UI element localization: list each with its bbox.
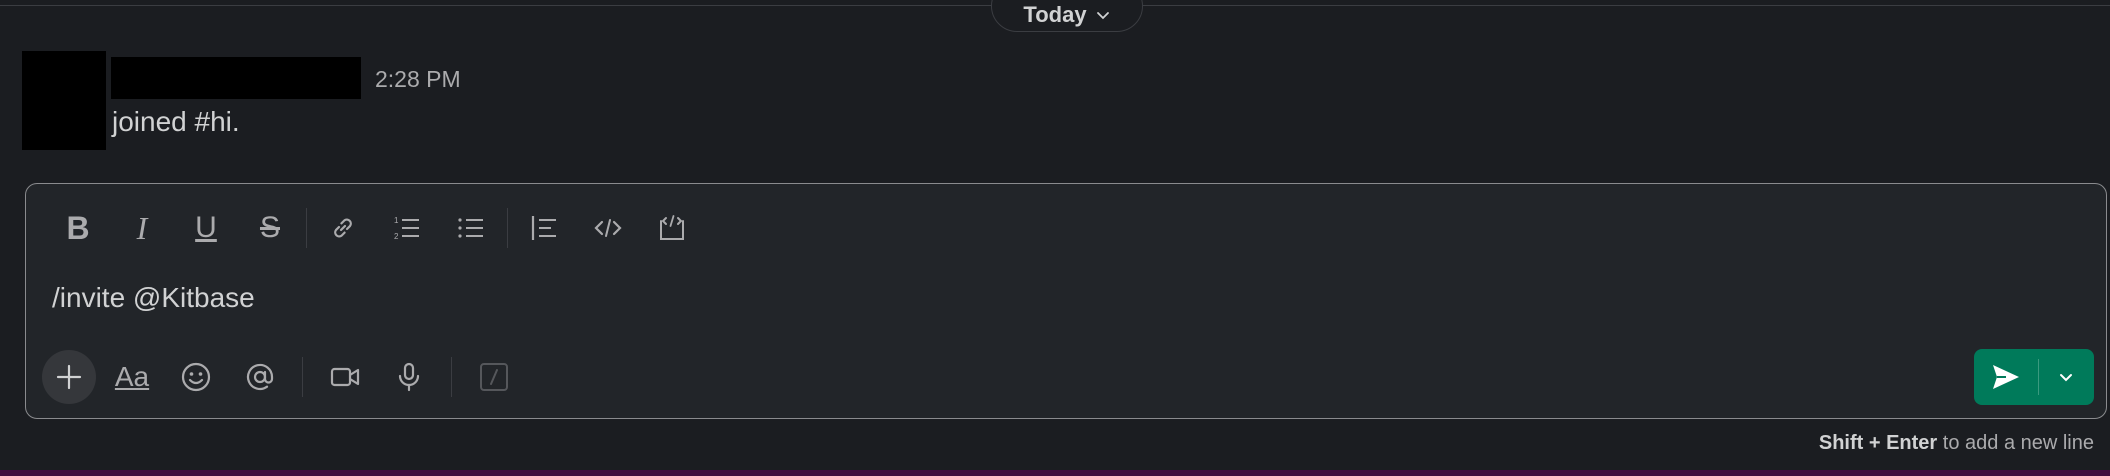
video-clip-button[interactable] (313, 350, 377, 404)
bulleted-list-icon (458, 218, 483, 238)
slash-command-icon (480, 363, 508, 391)
bold-icon: B (66, 209, 90, 246)
schedule-send-button[interactable] (2039, 349, 2093, 405)
strikethrough-button[interactable]: S (238, 202, 302, 254)
bulleted-list-button[interactable] (439, 202, 503, 254)
newline-hint: Shift + Enter to add a new line (1819, 432, 2094, 455)
chevron-down-icon (1096, 12, 1109, 20)
code-block-button[interactable] (640, 202, 704, 254)
toolbar-divider (302, 357, 303, 397)
video-icon (330, 367, 360, 387)
hint-text: to add a new line (1937, 432, 2094, 454)
italic-icon: I (136, 209, 148, 246)
blockquote-button[interactable] (512, 202, 576, 254)
sender-name-redacted[interactable] (111, 57, 361, 99)
message-input[interactable] (52, 282, 1952, 314)
link-icon (334, 218, 352, 238)
code-button[interactable] (576, 202, 640, 254)
channel-view: Today 2:28 PM joined #hi. B I U S 1 2 /i… (0, 0, 2110, 476)
emoji-button[interactable] (164, 350, 228, 404)
italic-button[interactable]: I (110, 202, 174, 254)
emoji-icon (181, 362, 211, 392)
window-bottom-strip (0, 470, 2110, 476)
toolbar-divider (451, 357, 452, 397)
message-timestamp[interactable]: 2:28 PM (375, 66, 461, 93)
microphone-icon (398, 362, 420, 392)
mention-icon (246, 363, 274, 391)
send-button-group (1974, 349, 2094, 405)
mention-button[interactable] (228, 350, 292, 404)
send-button[interactable] (1974, 349, 2038, 405)
shortcuts-button[interactable] (462, 350, 526, 404)
svg-text:1: 1 (394, 216, 399, 225)
svg-text:2: 2 (394, 232, 399, 241)
code-block-icon (660, 215, 684, 240)
bold-button[interactable]: B (46, 202, 110, 254)
text-format-button[interactable]: Aa (100, 350, 164, 404)
avatar[interactable] (22, 51, 106, 150)
date-divider-button[interactable]: Today (991, 0, 1143, 32)
hint-keys: Shift + Enter (1818, 432, 1938, 454)
toolbar-divider (306, 208, 307, 248)
plus-icon (56, 364, 82, 390)
text-format-icon: Aa (114, 361, 150, 392)
formatting-toolbar: B I U S 1 2 (46, 202, 704, 254)
ordered-list-button[interactable]: 1 2 (375, 202, 439, 254)
ordered-list-icon: 1 2 (394, 216, 419, 241)
underline-button[interactable]: U (174, 202, 238, 254)
toolbar-divider (507, 208, 508, 248)
link-button[interactable] (311, 202, 375, 254)
code-icon (594, 219, 622, 237)
message-text: joined #hi. (112, 106, 240, 137)
composer-actions-toolbar: Aa (42, 349, 526, 405)
message-composer: B I U S 1 2 /invite @Kitbase Aa (25, 183, 2107, 419)
date-label: Today (1023, 2, 1087, 27)
underline-icon: U (195, 211, 217, 244)
strikethrough-icon: S (259, 211, 280, 244)
blockquote-icon (531, 216, 556, 240)
audio-clip-button[interactable] (377, 350, 441, 404)
chevron-down-icon (2060, 374, 2072, 382)
attach-button[interactable] (42, 350, 96, 404)
send-icon (1993, 365, 2019, 389)
